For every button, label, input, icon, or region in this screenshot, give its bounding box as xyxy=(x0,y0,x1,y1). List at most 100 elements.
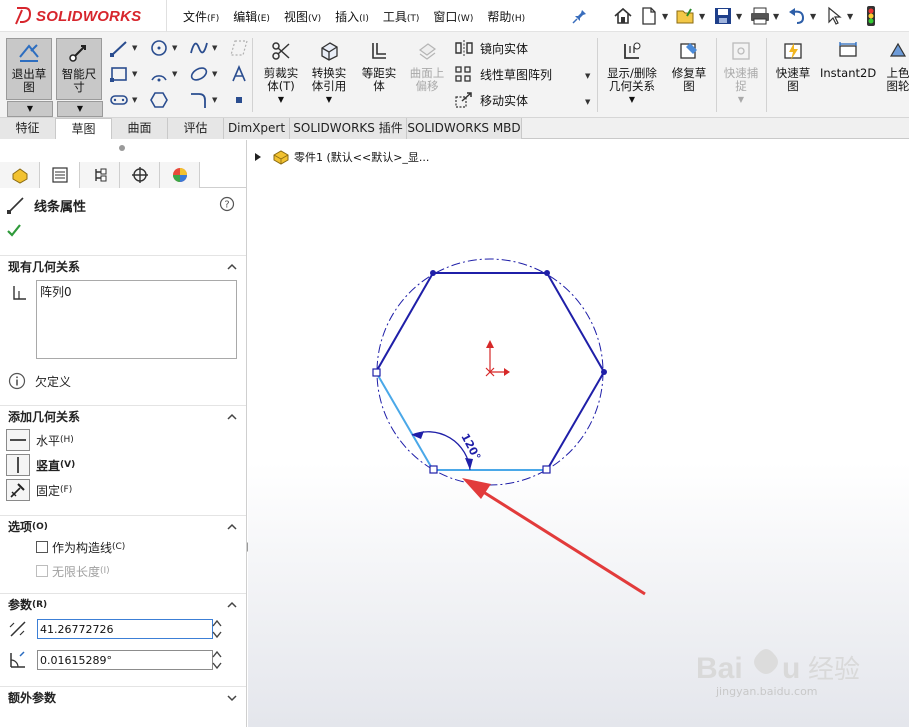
hexagon-edge-upper-right[interactable] xyxy=(546,272,605,373)
polygon-icon[interactable] xyxy=(148,90,170,110)
offset-entities-button[interactable]: 等距实 体 xyxy=(356,40,402,93)
undo-icon[interactable] xyxy=(786,5,808,27)
trim-entities-button[interactable]: 剪裁实 体(T) ▼ xyxy=(258,40,304,106)
feature-manager-tab[interactable] xyxy=(0,162,40,188)
menu-item-3[interactable]: 插入(I) xyxy=(328,8,376,25)
solidworks-logo[interactable]: SOLIDWORKS xyxy=(14,4,141,28)
chevron-up-icon[interactable] xyxy=(226,599,238,611)
vertex-handle[interactable] xyxy=(429,465,438,474)
tab-solidworks-addins[interactable]: SOLIDWORKS 插件 xyxy=(290,118,407,139)
menu-item-0[interactable]: 文件(F) xyxy=(176,8,226,25)
spline-icon[interactable] xyxy=(188,38,210,58)
quick-snaps-button[interactable]: 快速捕 捉 ▼ xyxy=(720,40,762,106)
convert-entities-button[interactable]: 转换实 体引用 ▼ xyxy=(306,40,352,106)
hexagon-edge-upper-left[interactable] xyxy=(375,272,434,373)
vertex-point[interactable] xyxy=(430,270,436,276)
move-entities-button[interactable]: 移动实体 xyxy=(454,90,528,110)
extra-parameters-header[interactable]: 额外参数 xyxy=(0,686,246,708)
chevron-down-icon[interactable]: ▼ xyxy=(132,44,137,52)
existing-relations-list[interactable]: 阵列0 xyxy=(36,280,237,359)
chevron-down-icon[interactable]: ▼ xyxy=(662,12,670,21)
menu-item-5[interactable]: 窗口(W) xyxy=(426,8,480,25)
tab-features[interactable]: 特征 xyxy=(0,118,56,139)
chevron-down-icon[interactable]: ▼ xyxy=(585,98,590,106)
checkbox-box[interactable] xyxy=(36,541,48,553)
rectangle-icon[interactable] xyxy=(108,64,130,84)
chevron-down-icon[interactable]: ▼ xyxy=(258,93,304,106)
text-icon[interactable] xyxy=(228,64,250,84)
chevron-down-icon[interactable]: ▼ xyxy=(773,12,781,21)
tab-dimxpert[interactable]: DimXpert xyxy=(224,118,290,139)
select-cursor-icon[interactable] xyxy=(823,5,845,27)
vertical-relation-button[interactable]: 竖直 (V) xyxy=(6,453,75,477)
chevron-down-icon[interactable]: ▼ xyxy=(212,96,217,104)
print-icon[interactable] xyxy=(749,5,771,27)
length-input[interactable] xyxy=(37,619,213,639)
ok-check-icon[interactable] xyxy=(6,222,22,238)
construction-checkbox[interactable]: 作为构造线 (C) xyxy=(36,538,125,556)
chevron-down-icon[interactable]: ▼ xyxy=(847,12,855,21)
rebuild-traffic-light-icon[interactable] xyxy=(860,5,882,27)
existing-relations-header[interactable]: 现有几何关系 xyxy=(0,255,246,277)
chevron-down-icon[interactable]: ▼ xyxy=(7,101,53,117)
hexagon-edge-lower-right[interactable] xyxy=(546,371,605,471)
menu-item-4[interactable]: 工具(T) xyxy=(376,8,427,25)
tab-surfaces[interactable]: 曲面 xyxy=(112,118,168,139)
chevron-down-icon[interactable]: ▼ xyxy=(585,72,590,80)
slot-icon[interactable] xyxy=(108,90,130,110)
parameters-header[interactable]: 参数 (R) xyxy=(0,593,246,615)
chevron-down-icon[interactable]: ▼ xyxy=(306,93,352,106)
point-icon[interactable] xyxy=(228,90,250,110)
chevron-down-icon[interactable]: ▼ xyxy=(720,93,762,106)
smart-dimension-button[interactable]: 智能尺 寸 ▼ xyxy=(56,38,103,117)
rapid-sketch-button[interactable]: 快速草 图 xyxy=(770,40,816,93)
chevron-down-icon[interactable] xyxy=(226,692,238,704)
chevron-down-icon[interactable]: ▼ xyxy=(212,44,217,52)
angle-dimension-text[interactable]: 120° xyxy=(458,431,483,462)
graphics-area[interactable]: 零件1 (默认<<默认>_显... 120° Bai u 经验 jingyan.… xyxy=(248,140,909,727)
line-icon[interactable] xyxy=(108,38,130,58)
chevron-up-icon[interactable] xyxy=(226,411,238,423)
menu-item-1[interactable]: 编辑(E) xyxy=(226,8,277,25)
tab-solidworks-mbd[interactable]: SOLIDWORKS MBD xyxy=(407,118,522,139)
property-manager-tab[interactable] xyxy=(40,162,80,188)
offset-on-surface-button[interactable]: 曲面上 偏移 xyxy=(404,40,450,93)
hexagon-edge-lower-left-selected[interactable] xyxy=(375,371,434,471)
menu-item-2[interactable]: 视图(V) xyxy=(277,8,328,25)
plane-icon[interactable] xyxy=(228,38,250,58)
circle-icon[interactable] xyxy=(148,38,170,58)
chevron-down-icon[interactable]: ▼ xyxy=(57,101,103,117)
relation-item[interactable]: 阵列0 xyxy=(40,283,233,300)
chevron-down-icon[interactable]: ▼ xyxy=(810,12,818,21)
vertex-point[interactable] xyxy=(544,270,550,276)
save-icon[interactable] xyxy=(712,5,734,27)
infinite-length-checkbox[interactable]: 无限长度 (I) xyxy=(36,562,110,580)
show-delete-relations-button[interactable]: 显示/删除 几何关系 ▼ xyxy=(602,40,662,106)
open-folder-icon[interactable] xyxy=(675,5,697,27)
home-icon[interactable] xyxy=(612,5,634,27)
new-document-icon[interactable] xyxy=(638,5,660,27)
help-icon[interactable]: ? xyxy=(219,196,235,212)
chevron-up-icon[interactable] xyxy=(226,261,238,273)
chevron-up-icon[interactable] xyxy=(226,521,238,533)
configuration-manager-tab[interactable] xyxy=(80,162,120,188)
horizontal-relation-button[interactable]: 水平 (H) xyxy=(6,428,74,452)
chevron-down-icon[interactable]: ▼ xyxy=(172,70,177,78)
options-header[interactable]: 选项 (O) xyxy=(0,515,246,537)
tab-sketch[interactable]: 草图 xyxy=(56,118,112,139)
arc-icon[interactable] xyxy=(148,64,170,84)
chevron-down-icon[interactable]: ▼ xyxy=(602,93,662,106)
exit-sketch-button[interactable]: 退出草 图 ▼ xyxy=(6,38,53,117)
fillet-icon[interactable] xyxy=(188,90,210,110)
length-spinner-icon[interactable] xyxy=(211,618,223,640)
checkbox-box[interactable] xyxy=(36,565,48,577)
vertex-handle[interactable] xyxy=(372,368,381,377)
repair-sketch-button[interactable]: 修复草 图 xyxy=(666,40,712,93)
tab-evaluate[interactable]: 评估 xyxy=(168,118,224,139)
instant2d-button[interactable]: Instant2D xyxy=(820,40,876,80)
chevron-down-icon[interactable]: ▼ xyxy=(699,12,707,21)
chevron-down-icon[interactable]: ▼ xyxy=(172,44,177,52)
menu-item-6[interactable]: 帮助(H) xyxy=(480,8,532,25)
sketch-canvas[interactable]: 120° xyxy=(248,140,909,727)
chevron-down-icon[interactable]: ▼ xyxy=(212,70,217,78)
